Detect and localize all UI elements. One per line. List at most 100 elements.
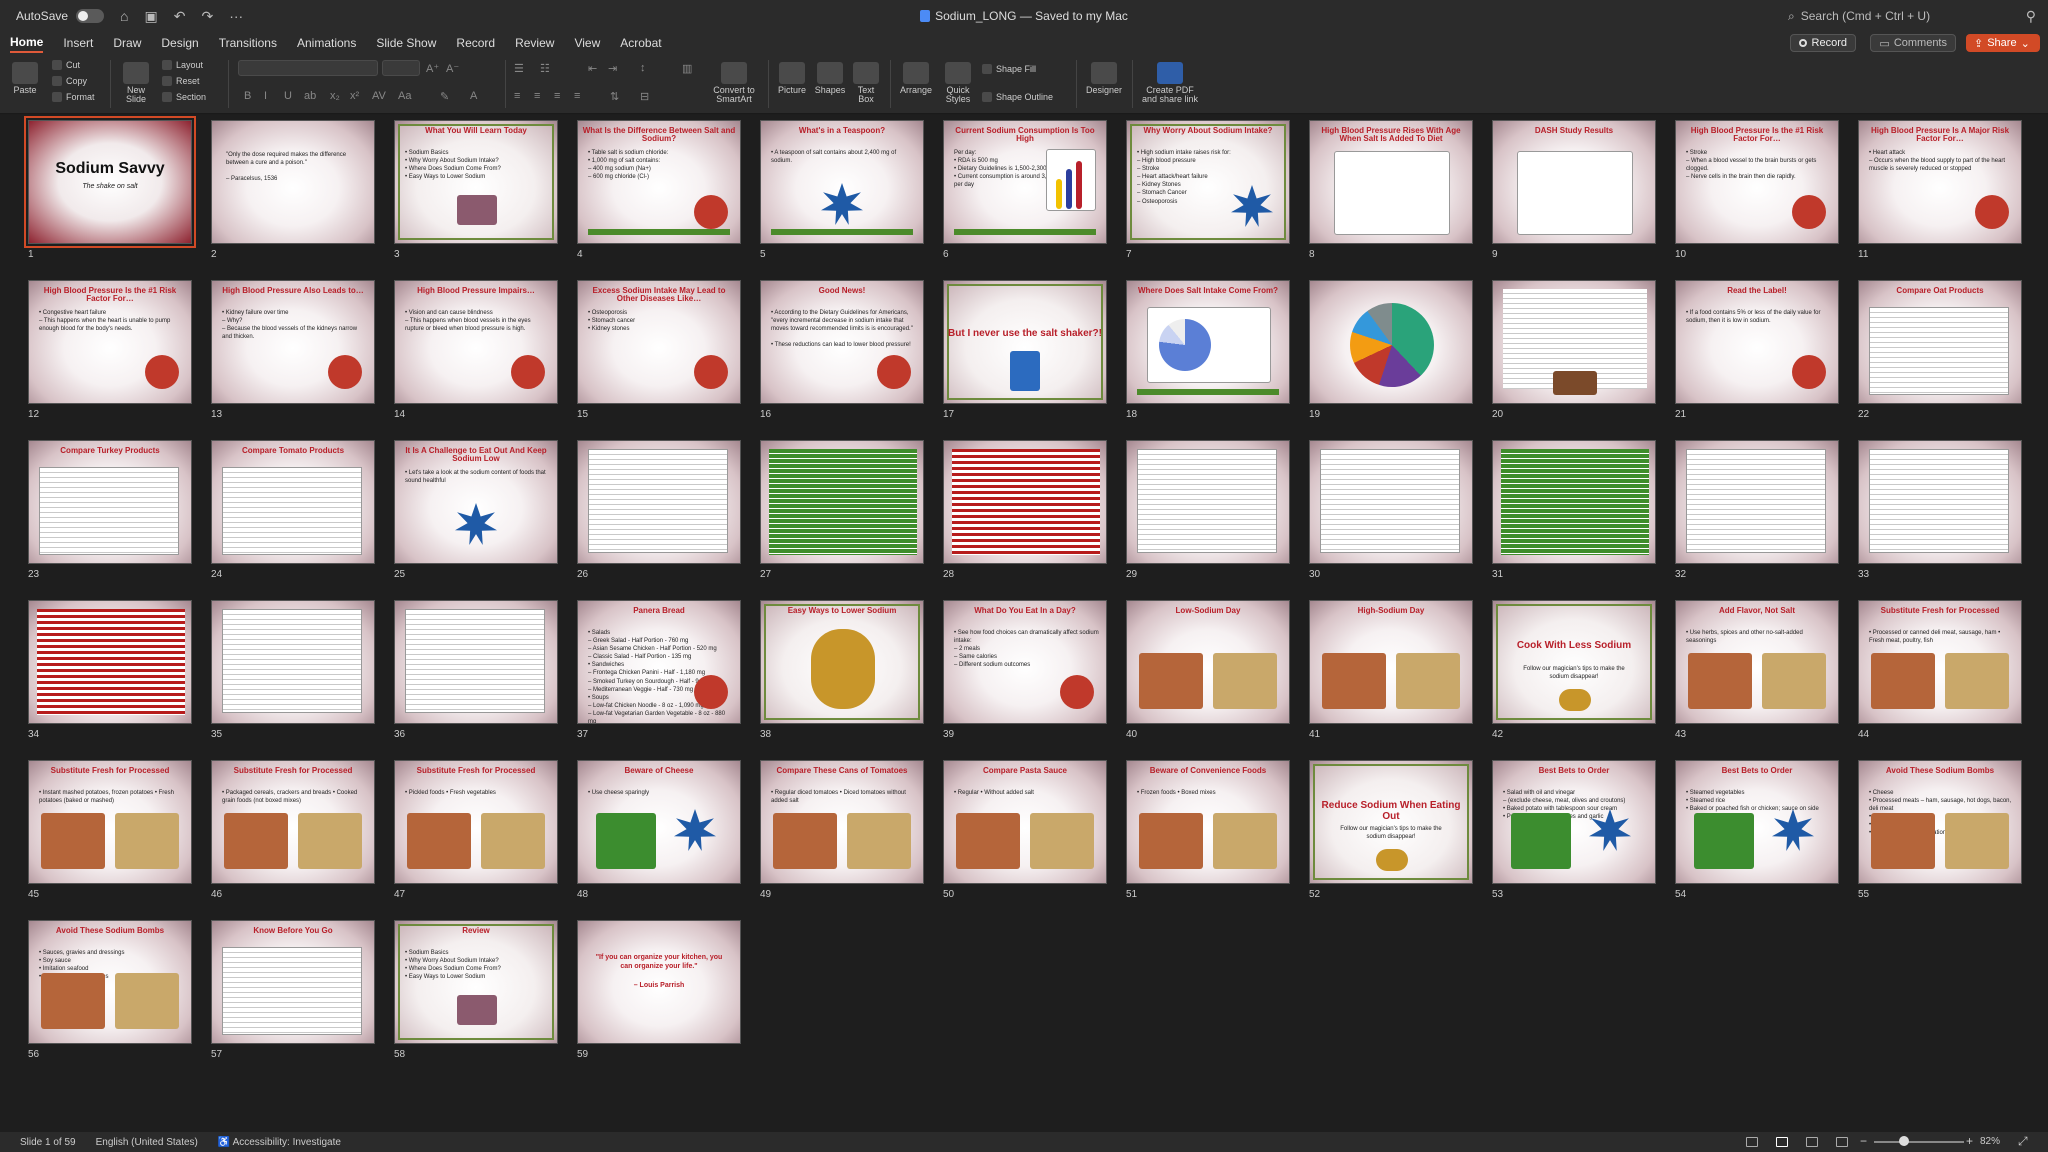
slide-thumbnail[interactable]: But I never use the salt shaker?!	[943, 280, 1107, 404]
record-button[interactable]: Record	[1789, 34, 1856, 52]
zoom-slider-handle[interactable]	[1899, 1136, 1909, 1146]
char-spacing-icon[interactable]: AV	[372, 90, 386, 102]
slide-thumbnail[interactable]: Where Does Salt Intake Come From?	[1126, 280, 1290, 404]
zoom-in-icon[interactable]: +	[1966, 1134, 1973, 1148]
slide-thumbnail[interactable]: What You Will Learn Today • Sodium Basics…	[394, 120, 558, 244]
slide-thumbnail[interactable]: Easy Ways to Lower Sodium	[760, 600, 924, 724]
tab-design[interactable]: Design	[161, 34, 198, 52]
slide-thumbnail[interactable]: What Do You Eat In a Day? • See how food …	[943, 600, 1107, 724]
format-painter-button[interactable]: Format	[52, 92, 95, 102]
text-direction-icon[interactable]: ⇅	[610, 90, 619, 103]
slide-thumbnail[interactable]: Know Before You Go	[211, 920, 375, 1044]
slide-thumbnail[interactable]: Why Worry About Sodium Intake? • High sod…	[1126, 120, 1290, 244]
change-case-icon[interactable]: Aa	[398, 90, 411, 102]
slide-thumbnail[interactable]: High Blood Pressure Is the #1 Risk Facto…	[28, 280, 192, 404]
slide-thumbnail[interactable]: DASH Study Results	[1492, 120, 1656, 244]
slide-thumbnail[interactable]	[760, 440, 924, 564]
numbering-icon[interactable]: ☷	[540, 62, 550, 75]
slide-thumbnail[interactable]: "If you can organize your kitchen, you c…	[577, 920, 741, 1044]
slide-thumbnail[interactable]: Good News! • According to the Dietary Gui…	[760, 280, 924, 404]
search-input[interactable]: Search (Cmd + Ctrl + U)	[1801, 9, 1930, 23]
slide-thumbnail[interactable]	[211, 600, 375, 724]
tab-animations[interactable]: Animations	[297, 34, 356, 52]
section-button[interactable]: Section	[162, 92, 206, 102]
grow-font-icon[interactable]: A⁺	[426, 62, 439, 75]
align-right-icon[interactable]: ≡	[554, 90, 560, 102]
slide-thumbnail[interactable]: Beware of Cheese • Use cheese sparingly	[577, 760, 741, 884]
slide-sorter-view-icon[interactable]	[1776, 1137, 1788, 1147]
slide-thumbnail[interactable]	[577, 440, 741, 564]
create-pdf-button[interactable]: Create PDF and share link	[1138, 62, 1202, 105]
slide-show-view-icon[interactable]	[1836, 1137, 1848, 1147]
designer-button[interactable]: Designer	[1082, 62, 1126, 95]
reset-button[interactable]: Reset	[162, 76, 200, 86]
slide-thumbnail[interactable]: High Blood Pressure Is the #1 Risk Facto…	[1675, 120, 1839, 244]
zoom-slider[interactable]	[1874, 1141, 1964, 1143]
slide-thumbnail[interactable]: High Blood Pressure Rises With Age When …	[1309, 120, 1473, 244]
slide-thumbnail[interactable]	[1309, 440, 1473, 564]
shrink-font-icon[interactable]: A⁻	[446, 62, 459, 75]
slide-thumbnail[interactable]: Current Sodium Consumption Is Too High Pe…	[943, 120, 1107, 244]
slide-thumbnail[interactable]: High Blood Pressure Impairs… • Vision and…	[394, 280, 558, 404]
zoom-level[interactable]: 82%	[1980, 1136, 2000, 1147]
normal-view-icon[interactable]	[1806, 1137, 1818, 1147]
slide-thumbnail[interactable]: High-Sodium Day	[1309, 600, 1473, 724]
slide-thumbnail[interactable]: High Blood Pressure Is A Major Risk Fact…	[1858, 120, 2022, 244]
slide-thumbnail[interactable]	[1858, 440, 2022, 564]
accessibility-status[interactable]: Accessibility: Investigate	[218, 1137, 341, 1148]
underline-icon[interactable]: U	[284, 90, 292, 102]
slide-thumbnail[interactable]	[1126, 440, 1290, 564]
slide-thumbnail[interactable]	[1675, 440, 1839, 564]
new-slide-button[interactable]: New Slide	[118, 62, 154, 105]
slide-thumbnail[interactable]: Read the Label! • If a food contains 5% o…	[1675, 280, 1839, 404]
increase-indent-icon[interactable]: ⇥	[608, 62, 617, 75]
line-spacing-icon[interactable]: ↕	[640, 62, 646, 74]
slide-thumbnail[interactable]: Best Bets to Order • Steamed vegetables •…	[1675, 760, 1839, 884]
slide-thumbnail[interactable]: Add Flavor, Not Salt • Use herbs, spices …	[1675, 600, 1839, 724]
tab-home[interactable]: Home	[10, 33, 44, 53]
slide-thumbnail[interactable]: Avoid These Sodium Bombs • Sauces, gravie…	[28, 920, 192, 1044]
comments-button[interactable]: ▭ Comments	[1870, 34, 1956, 52]
convert-to-smartart-button[interactable]: Convert to SmartArt	[706, 62, 762, 105]
decrease-indent-icon[interactable]: ⇤	[588, 62, 597, 75]
shape-fill-button[interactable]: Shape Fill	[982, 64, 1036, 74]
paste-button[interactable]: Paste	[10, 62, 40, 95]
layout-button[interactable]: Layout	[162, 60, 203, 70]
tab-record[interactable]: Record	[456, 34, 495, 52]
font-color-icon[interactable]: A	[470, 90, 477, 102]
slide-thumbnail[interactable]: What's in a Teaspoon? • A teaspoon of sal…	[760, 120, 924, 244]
slide-thumbnail[interactable]: Panera Bread • Salads – Greek Salad - Hal…	[577, 600, 741, 724]
bold-icon[interactable]: B	[244, 90, 251, 102]
shape-outline-button[interactable]: Shape Outline	[982, 92, 1053, 102]
align-left-icon[interactable]: ≡	[514, 90, 520, 102]
slide-thumbnail[interactable]: What Is the Difference Between Salt and …	[577, 120, 741, 244]
slide-thumbnail[interactable]: It Is A Challenge to Eat Out And Keep So…	[394, 440, 558, 564]
tab-review[interactable]: Review	[515, 34, 554, 52]
tab-view[interactable]: View	[574, 34, 600, 52]
slide-thumbnail[interactable]: Compare Pasta Sauce • Regular • Without a…	[943, 760, 1107, 884]
notes-view-icon[interactable]	[1746, 1137, 1758, 1147]
text-box-button[interactable]: Text Box	[850, 62, 882, 105]
slide-thumbnail[interactable]: Substitute Fresh for Processed • Pickled …	[394, 760, 558, 884]
slide-thumbnail[interactable]	[943, 440, 1107, 564]
slide-thumbnail[interactable]	[1309, 280, 1473, 404]
slide-thumbnail[interactable]: Excess Sodium Intake May Lead to Other D…	[577, 280, 741, 404]
cut-button[interactable]: Cut	[52, 60, 80, 70]
subscript-icon[interactable]: x₂	[330, 90, 340, 102]
share-button[interactable]: ⇪ Share ⌄	[1966, 34, 2040, 52]
tab-transitions[interactable]: Transitions	[219, 34, 277, 52]
slide-thumbnail[interactable]: Compare Tomato Products	[211, 440, 375, 564]
tab-insert[interactable]: Insert	[63, 34, 93, 52]
bullets-icon[interactable]: ☰	[514, 62, 524, 75]
tab-draw[interactable]: Draw	[113, 34, 141, 52]
align-text-icon[interactable]: ⊟	[640, 90, 649, 103]
profile-icon[interactable]: ⚲	[2026, 9, 2036, 23]
align-center-icon[interactable]: ≡	[534, 90, 540, 102]
arrange-button[interactable]: Arrange	[896, 62, 936, 95]
document-title[interactable]: Sodium_LONG — Saved to my Mac	[0, 9, 2048, 23]
shapes-button[interactable]: Shapes	[812, 62, 848, 95]
font-name-dropdown[interactable]	[238, 60, 378, 76]
picture-button[interactable]: Picture	[774, 62, 810, 95]
slide-thumbnail[interactable]: Compare Oat Products	[1858, 280, 2022, 404]
fit-to-window-icon[interactable]: ⤢	[2018, 1134, 2028, 1149]
